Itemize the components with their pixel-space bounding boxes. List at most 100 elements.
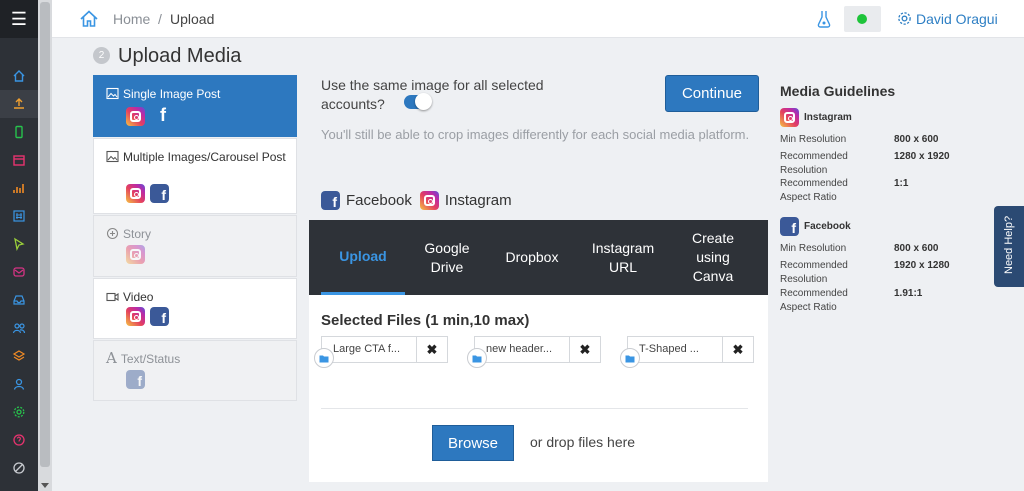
folder-icon [620, 348, 640, 368]
nav-user-icon[interactable] [0, 370, 38, 398]
ig-min-label: Min Resolution [780, 134, 847, 145]
browse-button[interactable]: Browse [432, 425, 514, 461]
home-icon[interactable] [79, 9, 99, 29]
remove-file-icon[interactable]: ✖ [416, 337, 447, 362]
guideline-facebook-header: f Facebook [780, 217, 851, 236]
file-chip: new header... ✖ [467, 336, 601, 368]
instagram-icon [126, 245, 145, 264]
same-image-question: Use the same image for all selected acco… [321, 77, 544, 112]
ig-rec-label: Recommended Resolution [780, 151, 848, 176]
divider [321, 408, 748, 409]
same-image-toggle[interactable] [404, 93, 432, 110]
tab-google-drive[interactable]: Google Drive [409, 220, 485, 295]
network-instagram-label: Instagram [444, 192, 512, 209]
file-name: Large CTA f... [333, 343, 401, 355]
nav-block-icon[interactable] [0, 454, 38, 482]
facebook-icon: f [150, 307, 169, 326]
post-type-label: Single Image Post [123, 87, 221, 101]
instagram-icon [419, 191, 439, 210]
post-type-label: Multiple Images/Carousel Post [123, 150, 286, 164]
post-type-single-image[interactable]: Single Image Post f [93, 75, 297, 137]
fb-min-value: 800 x 600 [894, 243, 939, 254]
user-name[interactable]: David Oragui [916, 11, 998, 27]
facebook-icon: f [160, 105, 166, 125]
file-name: new header... [486, 343, 553, 355]
post-type-text-status[interactable]: A Text/Status f [93, 340, 297, 401]
nav-home-icon[interactable] [0, 62, 38, 90]
nav-team-icon[interactable] [0, 314, 38, 342]
ig-min-value: 800 x 600 [894, 134, 939, 145]
nav-mobile-icon[interactable] [0, 118, 38, 146]
tab-label: Instagram URL [591, 239, 655, 275]
facebook-icon: f [150, 184, 169, 203]
nav-layers-icon[interactable] [0, 342, 38, 370]
nav-cursor-icon[interactable] [0, 230, 38, 258]
post-type-label: Story [123, 227, 152, 241]
images-icon [106, 150, 119, 163]
nav-inbox-icon[interactable] [0, 286, 38, 314]
crop-note: You'll still be able to crop images diff… [321, 127, 750, 142]
guideline-network-name: Facebook [804, 221, 851, 232]
file-chip: T-Shaped ... ✖ [620, 336, 754, 368]
nav-hashtag-icon[interactable] [0, 202, 38, 230]
nav-help-icon[interactable] [0, 426, 38, 454]
left-nav-rail: ☰ [0, 0, 38, 491]
instagram-icon [780, 108, 799, 127]
tab-create-canva[interactable]: Create using Canva [673, 220, 753, 295]
sidebar-scrollbar[interactable] [38, 0, 52, 491]
need-help-tab[interactable]: Need Help? [994, 206, 1024, 287]
selected-networks: f Facebook Instagram [321, 191, 512, 210]
continue-button[interactable]: Continue [665, 75, 759, 112]
nav-settings-icon[interactable] [0, 398, 38, 426]
tab-label: Create using Canva [691, 230, 735, 284]
guideline-network-name: Instagram [804, 112, 852, 123]
page-title: Upload Media [118, 45, 242, 67]
file-chip: Large CTA f... ✖ [314, 336, 448, 368]
network-facebook-label: Facebook [346, 192, 412, 209]
breadcrumb-home[interactable]: Home [113, 11, 150, 27]
nav-upload-icon[interactable] [0, 90, 38, 118]
gear-icon[interactable] [897, 11, 912, 26]
facebook-icon: f [780, 217, 799, 236]
remove-file-icon[interactable]: ✖ [722, 337, 753, 362]
nav-analytics-icon[interactable] [0, 174, 38, 202]
online-status[interactable] [844, 6, 881, 32]
ig-rec-value: 1280 x 1920 [894, 151, 950, 162]
step-badge: 2 [93, 47, 110, 64]
facebook-icon: f [126, 370, 145, 389]
file-name: T-Shaped ... [639, 343, 699, 355]
tab-label: Google Drive [424, 239, 470, 275]
post-type-carousel[interactable]: Multiple Images/Carousel Post f [93, 138, 297, 214]
breadcrumb-current: Upload [170, 11, 215, 27]
folder-icon [467, 348, 487, 368]
upload-panel: Upload Google Drive Dropbox Instagram UR… [309, 220, 768, 482]
scroll-down-arrow-icon[interactable] [41, 483, 49, 488]
remove-file-icon[interactable]: ✖ [569, 337, 600, 362]
fb-ar-value: 1.91:1 [894, 288, 923, 299]
status-dot [857, 14, 867, 24]
scrollbar-thumb[interactable] [40, 2, 50, 467]
fb-ar-label: Recommended Aspect Ratio [780, 288, 848, 313]
source-tabs: Upload Google Drive Dropbox Instagram UR… [309, 220, 768, 295]
nav-mail-icon[interactable] [0, 258, 38, 286]
plus-circle-icon [106, 227, 119, 240]
tab-dropbox[interactable]: Dropbox [493, 220, 571, 295]
guidelines-title: Media Guidelines [780, 83, 896, 99]
tab-instagram-url[interactable]: Instagram URL [579, 220, 667, 295]
guideline-instagram-header: Instagram [780, 108, 852, 127]
drop-zone-text[interactable]: or drop files here [530, 434, 635, 450]
image-icon [106, 87, 119, 100]
text-icon: A [106, 349, 117, 367]
post-type-label: Text/Status [120, 352, 181, 366]
selected-files-label: Selected Files (1 min,10 max) [321, 312, 530, 329]
nav-calendar-icon[interactable] [0, 146, 38, 174]
post-type-story[interactable]: Story [93, 215, 297, 277]
breadcrumb-separator: / [158, 11, 162, 27]
instagram-icon [126, 184, 145, 203]
post-type-video[interactable]: Video f [93, 278, 297, 339]
tab-upload[interactable]: Upload [321, 220, 405, 295]
fb-min-label: Min Resolution [780, 243, 847, 254]
ig-ar-value: 1:1 [894, 178, 909, 189]
hamburger-menu-icon[interactable]: ☰ [0, 0, 38, 38]
labs-flask-icon[interactable] [816, 9, 832, 29]
